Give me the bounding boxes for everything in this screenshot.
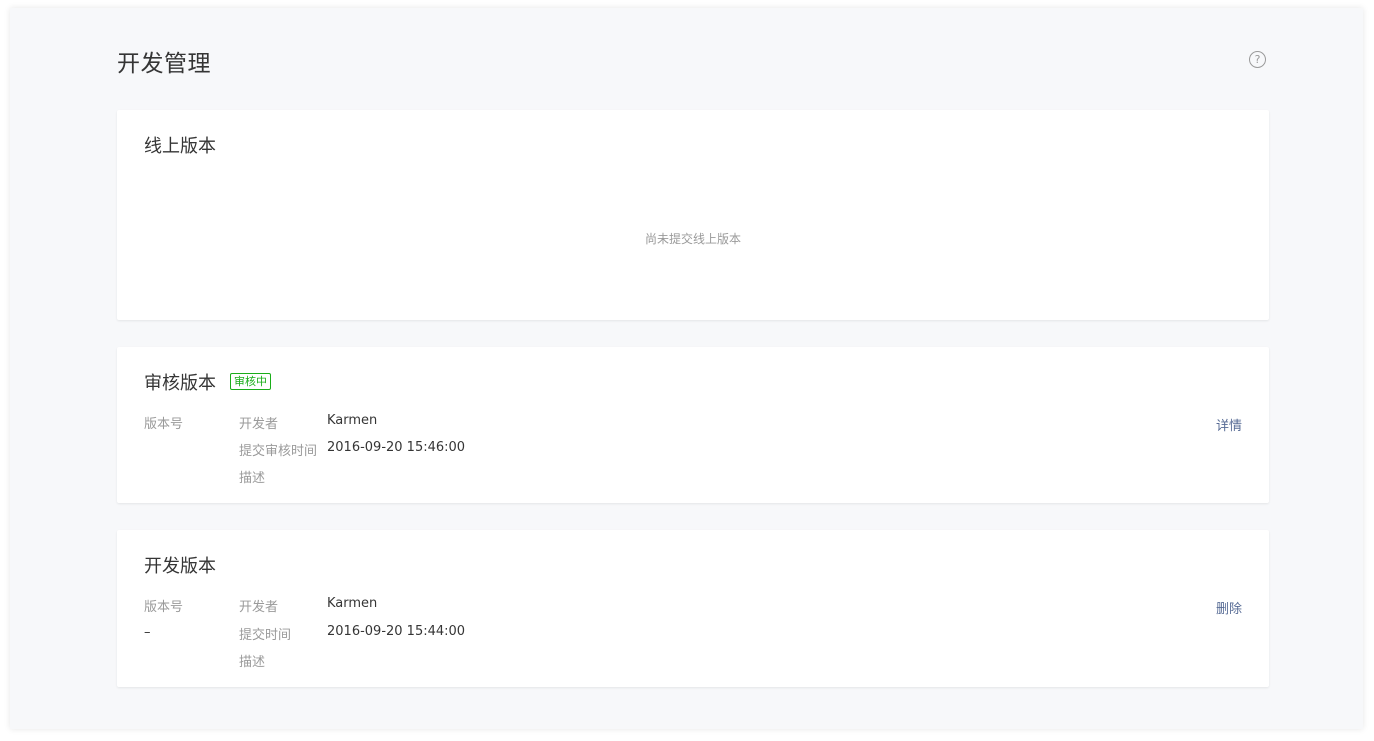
dev-submit-time-label: 提交时间: [239, 628, 292, 643]
review-version-number-label: 版本号: [144, 417, 184, 432]
dev-version-title: 开发版本: [144, 556, 216, 577]
dev-developer-value: Karmen: [327, 596, 378, 611]
review-version-card: 审核版本 审核中 版本号 开发者 Karmen 提交审核时间 2016-09-2…: [117, 347, 1269, 503]
online-version-card: 线上版本 尚未提交线上版本: [117, 110, 1269, 320]
review-status-badge: 审核中: [230, 373, 271, 390]
review-submit-time-label: 提交审核时间: [239, 444, 318, 459]
dev-submit-time-value: 2016-09-20 15:44:00: [327, 624, 466, 639]
dev-description-label: 描述: [239, 655, 266, 670]
review-version-title: 审核版本: [144, 373, 216, 394]
dev-delete-link[interactable]: 删除: [1216, 598, 1242, 617]
dev-version-number-value: –: [144, 625, 151, 640]
review-description-label: 描述: [239, 471, 266, 486]
help-icon[interactable]: ?: [1249, 51, 1266, 68]
page-title: 开发管理: [117, 51, 211, 77]
dev-version-card: 开发版本 版本号 – 开发者 Karmen 提交时间 2016-09-20 15…: [117, 530, 1269, 687]
review-developer-label: 开发者: [239, 417, 279, 432]
review-submit-time-value: 2016-09-20 15:46:00: [327, 440, 466, 455]
dev-management-page: 开发管理 ? 线上版本 尚未提交线上版本 审核版本 审核中 版本号 开发者 Ka…: [10, 8, 1363, 729]
online-version-empty-text: 尚未提交线上版本: [644, 232, 741, 246]
review-developer-value: Karmen: [327, 413, 378, 428]
dev-version-number-label: 版本号: [144, 600, 184, 615]
online-version-title: 线上版本: [144, 136, 216, 157]
dev-developer-label: 开发者: [239, 600, 279, 615]
review-details-link[interactable]: 详情: [1216, 415, 1242, 434]
